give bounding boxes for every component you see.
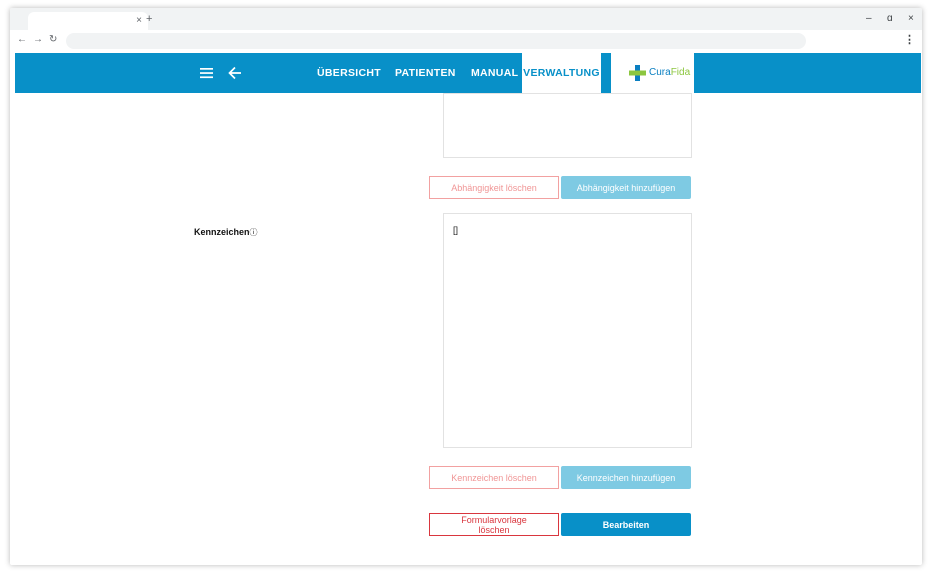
- edit-button[interactable]: Bearbeiten: [561, 513, 691, 536]
- reload-icon[interactable]: ↻: [49, 34, 57, 46]
- new-tab-icon[interactable]: +: [146, 13, 152, 25]
- kennzeichen-label: Kennzeichenⓘ: [194, 227, 258, 237]
- browser-menu-icon[interactable]: ⋮: [904, 34, 915, 46]
- add-kennzeichen-button[interactable]: Kennzeichen hinzufügen: [561, 466, 691, 489]
- minimize-icon[interactable]: –: [866, 13, 872, 25]
- add-dependency-button[interactable]: Abhängigkeit hinzufügen: [561, 176, 691, 199]
- forward-nav-icon[interactable]: →: [33, 34, 43, 46]
- kennzeichen-textarea[interactable]: []: [443, 213, 692, 448]
- logo-text: CuraFida: [649, 67, 691, 78]
- nav-uebersicht[interactable]: ÜBERSICHT: [317, 53, 381, 93]
- delete-form-template-button[interactable]: Formularvorlage löschen: [429, 513, 559, 536]
- tab-close-icon[interactable]: ×: [136, 13, 142, 29]
- logo-cross-icon: [629, 65, 646, 81]
- tab-strip: × + – ɑ ×: [10, 8, 922, 30]
- info-icon[interactable]: ⓘ: [250, 228, 258, 237]
- delete-kennzeichen-button[interactable]: Kennzeichen löschen: [429, 466, 559, 489]
- menu-icon[interactable]: [200, 65, 214, 81]
- address-bar[interactable]: [66, 33, 806, 49]
- kennzeichen-value: []: [453, 225, 459, 235]
- delete-dependency-button[interactable]: Abhängigkeit löschen: [429, 176, 559, 199]
- close-window-icon[interactable]: ×: [908, 13, 914, 25]
- browser-toolbar: ← → ↻ ⋮: [10, 30, 922, 52]
- browser-window: × + – ɑ × ← → ↻ ⋮ ÜBERSICHT PATIENTEN MA…: [10, 8, 922, 565]
- app-header: ÜBERSICHT PATIENTEN MANUAL VERWALTUNG Cu…: [15, 53, 921, 93]
- nav-verwaltung[interactable]: VERWALTUNG: [522, 53, 601, 93]
- nav-patienten[interactable]: PATIENTEN: [395, 53, 456, 93]
- dependency-textarea[interactable]: [443, 93, 692, 158]
- browser-tab[interactable]: ×: [28, 12, 148, 30]
- nav-manual[interactable]: MANUAL: [471, 53, 518, 93]
- back-nav-icon[interactable]: ←: [17, 34, 27, 46]
- back-arrow-icon[interactable]: [227, 64, 243, 82]
- curafida-logo[interactable]: CuraFida: [611, 53, 694, 93]
- restore-icon[interactable]: ɑ: [887, 13, 893, 25]
